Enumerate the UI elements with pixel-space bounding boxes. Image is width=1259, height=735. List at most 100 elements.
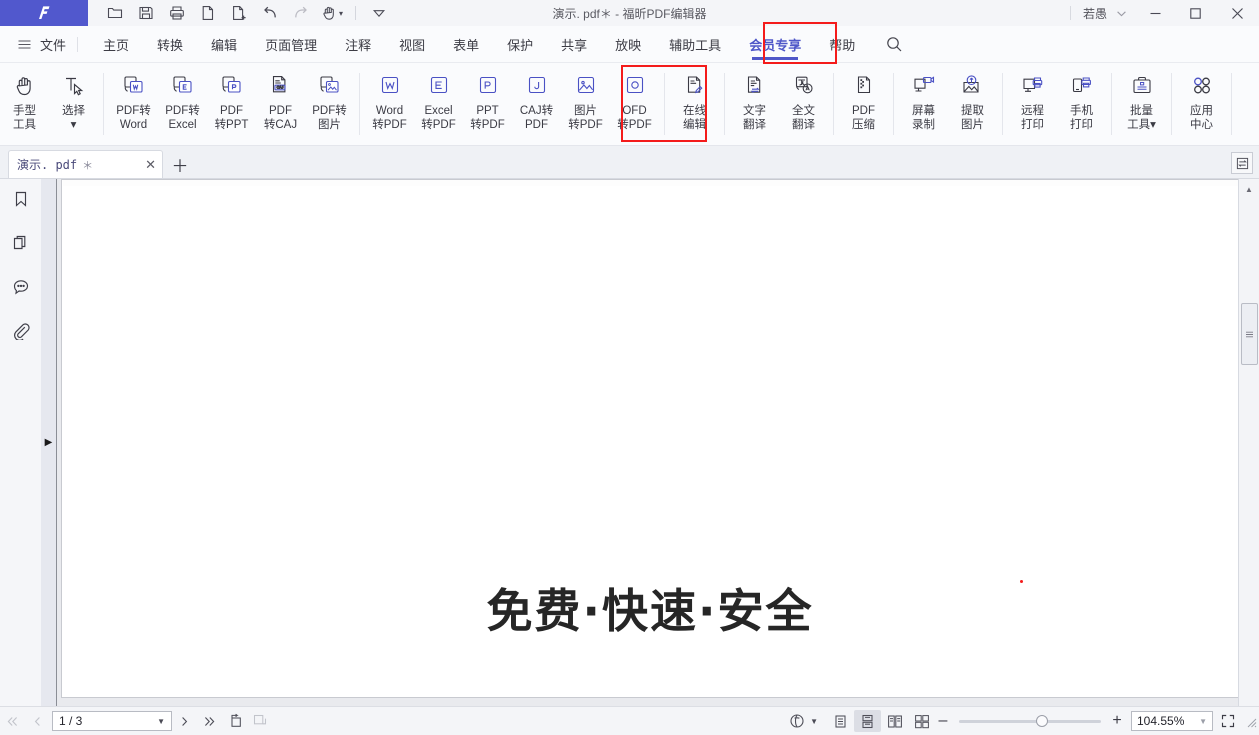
- prev-page-button[interactable]: [25, 707, 50, 735]
- document-add-icon[interactable]: [226, 2, 252, 24]
- sidebar-item-bookmarks[interactable]: [0, 179, 41, 223]
- menu-item-present[interactable]: 放映: [601, 26, 655, 63]
- rotate-left-icon[interactable]: [222, 707, 247, 735]
- two-page-view-button[interactable]: [881, 710, 908, 732]
- read-mode-icon[interactable]: [784, 707, 809, 735]
- ribbon-mobile-print[interactable]: 手机 打印: [1057, 65, 1106, 143]
- menu-item-form[interactable]: 表单: [439, 26, 493, 63]
- ribbon-ppt-to-pdf[interactable]: PPT 转PDF: [463, 65, 512, 143]
- maximize-button[interactable]: [1175, 0, 1215, 26]
- close-icon[interactable]: ✕: [145, 157, 156, 173]
- ribbon-pdf-to-word[interactable]: PDF转 Word: [109, 65, 158, 143]
- read-mode-chevron-down-icon[interactable]: ▼: [810, 717, 818, 726]
- menu-item-edit[interactable]: 编辑: [197, 26, 251, 63]
- save-icon[interactable]: [133, 2, 159, 24]
- next-page-button[interactable]: [172, 707, 197, 735]
- resize-grip[interactable]: [1245, 715, 1257, 728]
- status-bar-right: ▼ – + 104.55% ▼: [784, 707, 1259, 735]
- ribbon-select-tool[interactable]: 选择 ▾: [49, 65, 98, 143]
- document-tab-bar: 演示. pdf ＊ ✕ ＋: [0, 146, 1259, 179]
- menu-item-home[interactable]: 主页: [89, 26, 143, 63]
- expand-sidebar-icon[interactable]: ▶: [41, 430, 56, 454]
- ribbon-text-translate[interactable]: 文字 翻译: [730, 65, 779, 143]
- redo-icon[interactable]: [288, 2, 314, 24]
- sidebar-item-comments[interactable]: [0, 267, 41, 311]
- menu-item-vip[interactable]: 会员专享: [735, 26, 815, 63]
- menu-item-help[interactable]: 帮助: [815, 26, 869, 63]
- ribbon-full-translate[interactable]: 全文 翻译: [779, 65, 828, 143]
- ribbon-ofd-to-pdf[interactable]: OFD 转PDF: [610, 65, 659, 143]
- sidebar-item-thumbnails[interactable]: [0, 223, 41, 267]
- continuous-view-button[interactable]: [854, 710, 881, 732]
- ribbon-screen-record[interactable]: 屏幕 录制: [899, 65, 948, 143]
- two-page-continuous-view-button[interactable]: [908, 710, 935, 732]
- single-page-view-button[interactable]: [827, 710, 854, 732]
- ppt-icon: [475, 71, 501, 101]
- undo-icon[interactable]: [257, 2, 283, 24]
- zoom-out-button[interactable]: –: [935, 712, 951, 730]
- ribbon-remote-print[interactable]: 远程 打印: [1008, 65, 1057, 143]
- sidebar-item-attachments[interactable]: [0, 311, 41, 355]
- ribbon-separator: [359, 73, 360, 135]
- mobile-print-icon: [1068, 71, 1096, 101]
- ribbon-word-to-pdf[interactable]: Word 转PDF: [365, 65, 414, 143]
- menu-item-file[interactable]: 文件: [40, 35, 66, 54]
- search-icon[interactable]: [879, 26, 909, 63]
- folder-icon[interactable]: [102, 2, 128, 24]
- user-name[interactable]: 若愚: [1083, 5, 1107, 22]
- menu-hamburger-icon[interactable]: [14, 26, 34, 63]
- ribbon-caj-to-pdf[interactable]: CAJ转 PDF: [512, 65, 561, 143]
- last-page-button[interactable]: [197, 707, 222, 735]
- ribbon-excel-to-pdf[interactable]: Excel 转PDF: [414, 65, 463, 143]
- extract-image-icon: [959, 71, 987, 101]
- compare-documents-icon[interactable]: [1231, 152, 1253, 174]
- scrollbar-thumb[interactable]: [1241, 303, 1258, 365]
- menu-item-accessibility[interactable]: 辅助工具: [655, 26, 735, 63]
- scroll-up-arrow-icon[interactable]: ▲: [1239, 179, 1259, 199]
- page-number-value: 1 / 3: [59, 714, 83, 728]
- zoom-slider-handle[interactable]: [1035, 714, 1048, 727]
- first-page-button[interactable]: [0, 707, 25, 735]
- ribbon-pdf-to-excel[interactable]: PDF转 Excel: [158, 65, 207, 143]
- rotate-right-icon[interactable]: [247, 707, 272, 735]
- ribbon-online-edit[interactable]: 在线 编辑: [670, 65, 719, 143]
- user-menu-chevron-down-icon[interactable]: [1107, 0, 1135, 26]
- new-tab-button[interactable]: ＋: [163, 150, 197, 178]
- left-nav-rail: [0, 179, 41, 706]
- menu-item-share[interactable]: 共享: [547, 26, 601, 63]
- ribbon-pdf-to-ppt[interactable]: PDF 转PPT: [207, 65, 256, 143]
- vertical-scrollbar[interactable]: ▲: [1238, 179, 1259, 706]
- hand-icon[interactable]: ▾: [319, 2, 345, 24]
- menu-item-page-manage[interactable]: 页面管理: [251, 26, 331, 63]
- document-icon[interactable]: [195, 2, 221, 24]
- menu-item-protect[interactable]: 保护: [493, 26, 547, 63]
- chevron-down-icon[interactable]: ▼: [1199, 717, 1207, 726]
- zoom-level-input[interactable]: 104.55% ▼: [1131, 711, 1213, 731]
- ribbon-pdf-to-image[interactable]: PDF转 图片: [305, 65, 354, 143]
- ribbon-batch-tools[interactable]: 批量 工具▾: [1117, 65, 1166, 143]
- menu-item-view[interactable]: 视图: [385, 26, 439, 63]
- close-button[interactable]: [1215, 0, 1259, 26]
- chevron-down-icon[interactable]: ▼: [157, 717, 165, 726]
- ribbon-hand-tool[interactable]: 手型 工具: [0, 65, 49, 143]
- pdf-page[interactable]: 免费·快速·安全: [61, 179, 1238, 698]
- grid-apps-icon: [1189, 71, 1215, 101]
- ribbon-pdf-compress[interactable]: PDF 压缩: [839, 65, 888, 143]
- ribbon-pdf-to-caj[interactable]: CAJ PDF 转CAJ: [256, 65, 305, 143]
- ribbon-batch-tools-label: 批量 工具▾: [1127, 105, 1156, 131]
- ribbon-image-to-pdf[interactable]: 图片 转PDF: [561, 65, 610, 143]
- ribbon-app-center[interactable]: 应用 中心: [1177, 65, 1226, 143]
- page-number-input[interactable]: 1 / 3 ▼: [52, 711, 172, 731]
- zoom-slider[interactable]: [959, 714, 1101, 727]
- document-view[interactable]: 免费·快速·安全: [57, 179, 1238, 706]
- document-tab[interactable]: 演示. pdf ＊ ✕: [8, 150, 163, 178]
- ribbon-extract-image[interactable]: 提取 图片: [948, 65, 997, 143]
- menu-item-convert[interactable]: 转换: [143, 26, 197, 63]
- minimize-button[interactable]: [1135, 0, 1175, 26]
- printer-icon[interactable]: [164, 2, 190, 24]
- chevron-down-icon[interactable]: [366, 2, 392, 24]
- ribbon-pdf-to-image-label: PDF转 图片: [312, 105, 347, 131]
- menu-item-comment[interactable]: 注释: [331, 26, 385, 63]
- zoom-in-button[interactable]: +: [1109, 712, 1125, 730]
- fullscreen-button[interactable]: [1213, 707, 1243, 735]
